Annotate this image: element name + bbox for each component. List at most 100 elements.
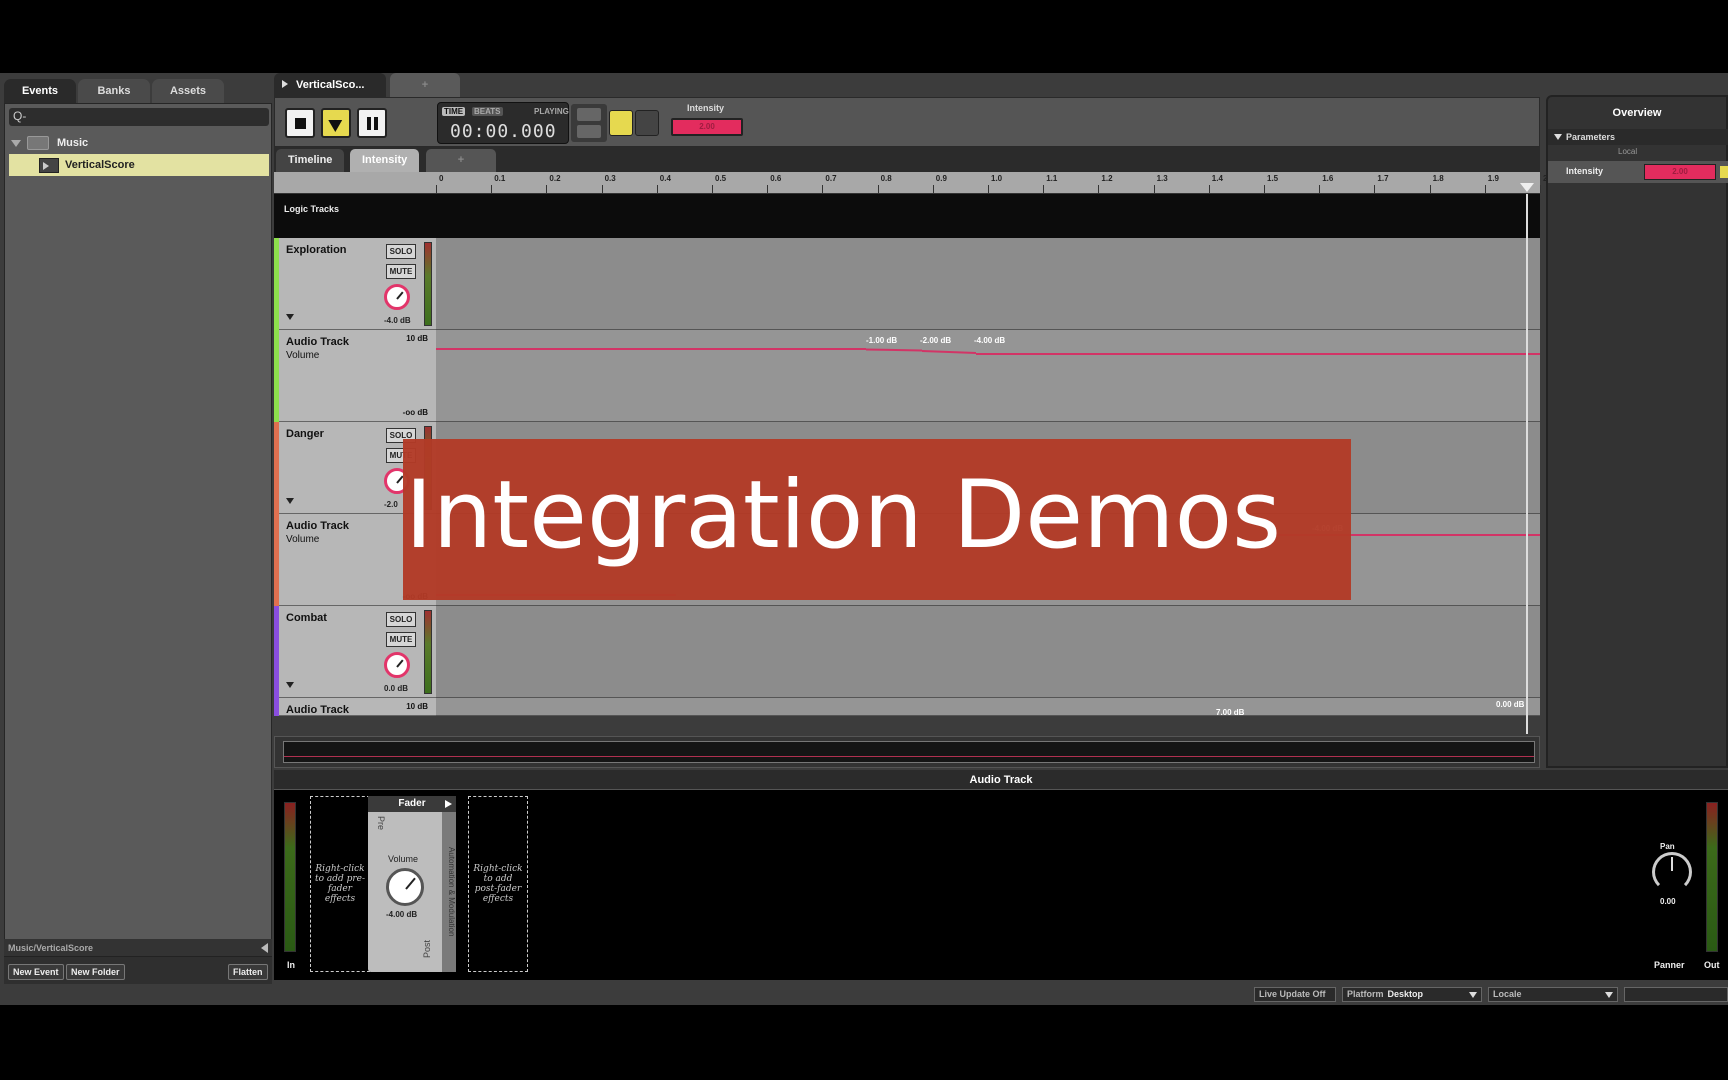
fader-module[interactable]: Fader Pre Volume -4.00 dB Post Automatio… (368, 796, 456, 972)
tab-assets[interactable]: Assets (152, 79, 224, 103)
automation-modulation-drawer[interactable]: Automation & Modulation (442, 812, 456, 972)
tab-timeline[interactable]: Timeline (276, 149, 345, 172)
pan-knob[interactable] (1652, 852, 1692, 892)
collapse-arrow-icon[interactable] (261, 943, 268, 953)
tree-item-verticalscore[interactable]: VerticalScore (9, 154, 269, 176)
ruler-tick-label: 0.9 (935, 174, 947, 183)
collapse-arrow-icon[interactable] (286, 498, 294, 504)
input-meter (284, 802, 296, 952)
volume-knob[interactable] (386, 868, 424, 906)
document-tabs: VerticalSco... + (274, 73, 460, 97)
solo-button[interactable]: SOLO (386, 612, 416, 627)
expand-arrow-icon[interactable] (445, 800, 452, 808)
live-update-toggle[interactable]: Live Update Off (1254, 987, 1336, 1002)
column-view-button[interactable] (635, 110, 659, 136)
play-cursor-button[interactable] (321, 108, 351, 138)
mute-button[interactable]: MUTE (386, 264, 416, 279)
intensity-slider[interactable]: 2.00 (671, 118, 743, 136)
mute-button[interactable]: MUTE (386, 632, 416, 647)
automation-lane[interactable]: 7.00 dB 0.00 dB (436, 698, 1540, 716)
track-color-bar (274, 698, 279, 716)
cursor-icon (328, 113, 346, 133)
input-label: In (287, 960, 295, 970)
ruler-tick-label: 1.9 (1487, 174, 1499, 183)
tab-events[interactable]: Events (4, 79, 76, 103)
ruler-tick-label: 0.5 (715, 174, 727, 183)
audio-track-header[interactable]: Audio Track 10 dB (274, 698, 436, 716)
automation-lane[interactable]: -1.00 dB -2.00 dB -4.00 dB (436, 330, 1540, 422)
db-max-label: 10 dB (406, 334, 428, 343)
tab-intensity[interactable]: Intensity (350, 149, 420, 172)
track-volume-knob[interactable] (384, 652, 410, 678)
list-view-button[interactable] (609, 110, 633, 136)
parameter-marker (1720, 166, 1728, 178)
loop-controls[interactable] (571, 104, 607, 142)
time-mode-toggle[interactable]: TIME (442, 107, 466, 116)
platform-select[interactable]: Platform Desktop (1342, 987, 1482, 1002)
time-readout: 00:00.000 (450, 121, 557, 142)
beats-mode-toggle[interactable]: BEATS (472, 107, 503, 116)
ruler-tick (491, 185, 493, 193)
ruler-tick (656, 185, 658, 193)
automation-curve[interactable] (436, 348, 866, 350)
automation-point-label: -4.00 dB (974, 336, 1006, 345)
fader-header: Fader (368, 796, 456, 812)
banner-title: Integration Demos (405, 461, 1282, 570)
pause-button[interactable] (357, 108, 387, 138)
ruler-tick-label: 0.8 (880, 174, 892, 183)
flatten-button[interactable]: Flatten (228, 964, 268, 980)
path-text: Music/VerticalScore (8, 943, 94, 953)
overview-panel: Overview Parameters Local Intensity 2.00 (1546, 95, 1728, 768)
stop-button[interactable] (285, 108, 315, 138)
automation-curve[interactable] (976, 353, 1540, 355)
loop-icon (577, 108, 601, 121)
solo-button[interactable]: SOLO (386, 244, 416, 259)
folder-icon (27, 136, 49, 150)
track-header-exploration[interactable]: Exploration SOLO MUTE -4.0 dB (274, 238, 436, 330)
track-volume-value: -4.0 dB (384, 316, 411, 325)
post-fader-slot[interactable]: Right-click to add post-fader effects (468, 796, 528, 972)
automation-point-label: -2.00 dB (920, 336, 952, 345)
browser-tree: Q- Music VerticalScore (4, 103, 272, 941)
new-event-button[interactable]: New Event (8, 964, 64, 980)
pre-fader-slot[interactable]: Right-click to add pre-fader effects (310, 796, 370, 972)
expand-icon[interactable] (11, 139, 21, 147)
new-folder-button[interactable]: New Folder (66, 964, 125, 980)
automation-param: Volume (286, 534, 320, 545)
locale-select[interactable]: Locale (1488, 987, 1618, 1002)
collapse-arrow-icon[interactable] (286, 314, 294, 320)
intensity-overview-slider[interactable]: 2.00 (1644, 164, 1716, 180)
ruler-tick (1429, 185, 1431, 193)
collapse-arrow-icon[interactable] (286, 682, 294, 688)
overview-title: Overview (1612, 107, 1662, 119)
parameter-ruler[interactable]: 0 0.1 0.2 0.3 0.4 0.5 0.6 0.7 0.8 0.9 1.0 1.1 1.2 1.3… (274, 172, 1547, 194)
platform-label: Platform (1347, 989, 1384, 999)
tab-banks[interactable]: Banks (78, 79, 150, 103)
playhead[interactable] (1526, 194, 1528, 734)
tab-verticalscore[interactable]: VerticalSco... (274, 73, 386, 97)
ruler-tick-label: 0.1 (494, 174, 506, 183)
automation-curve[interactable] (921, 350, 977, 354)
ruler-tick (546, 185, 548, 193)
track-lane[interactable] (436, 606, 1540, 698)
output-label: Out (1704, 960, 1720, 970)
parameter-label: Intensity (687, 103, 725, 113)
event-browser: Events Banks Assets Q- Music VerticalSco… (4, 79, 272, 985)
track-volume-knob[interactable] (384, 284, 410, 310)
audio-track-header[interactable]: Audio Track Volume 10 dB -oo dB (274, 330, 436, 422)
parameters-section[interactable]: Parameters (1548, 129, 1728, 145)
tree-item-music[interactable]: Music (9, 132, 269, 154)
add-tab-button[interactable]: + (390, 73, 460, 97)
track-color-bar (274, 514, 279, 606)
track-color-bar (274, 606, 279, 698)
timeline-overview[interactable] (274, 736, 1540, 768)
track-header-combat[interactable]: Combat SOLO MUTE 0.0 dB (274, 606, 436, 698)
search-input[interactable]: Q- (9, 108, 269, 126)
intensity-parameter-row[interactable]: Intensity 2.00 (1548, 161, 1728, 183)
automation-curve[interactable] (865, 348, 923, 352)
add-sheet-button[interactable]: + (426, 149, 496, 172)
track-lane[interactable] (436, 238, 1540, 330)
playhead-marker-icon[interactable] (1520, 183, 1534, 192)
pan-label: Pan (1660, 842, 1675, 851)
ruler-tick-label: 0 (439, 174, 444, 183)
